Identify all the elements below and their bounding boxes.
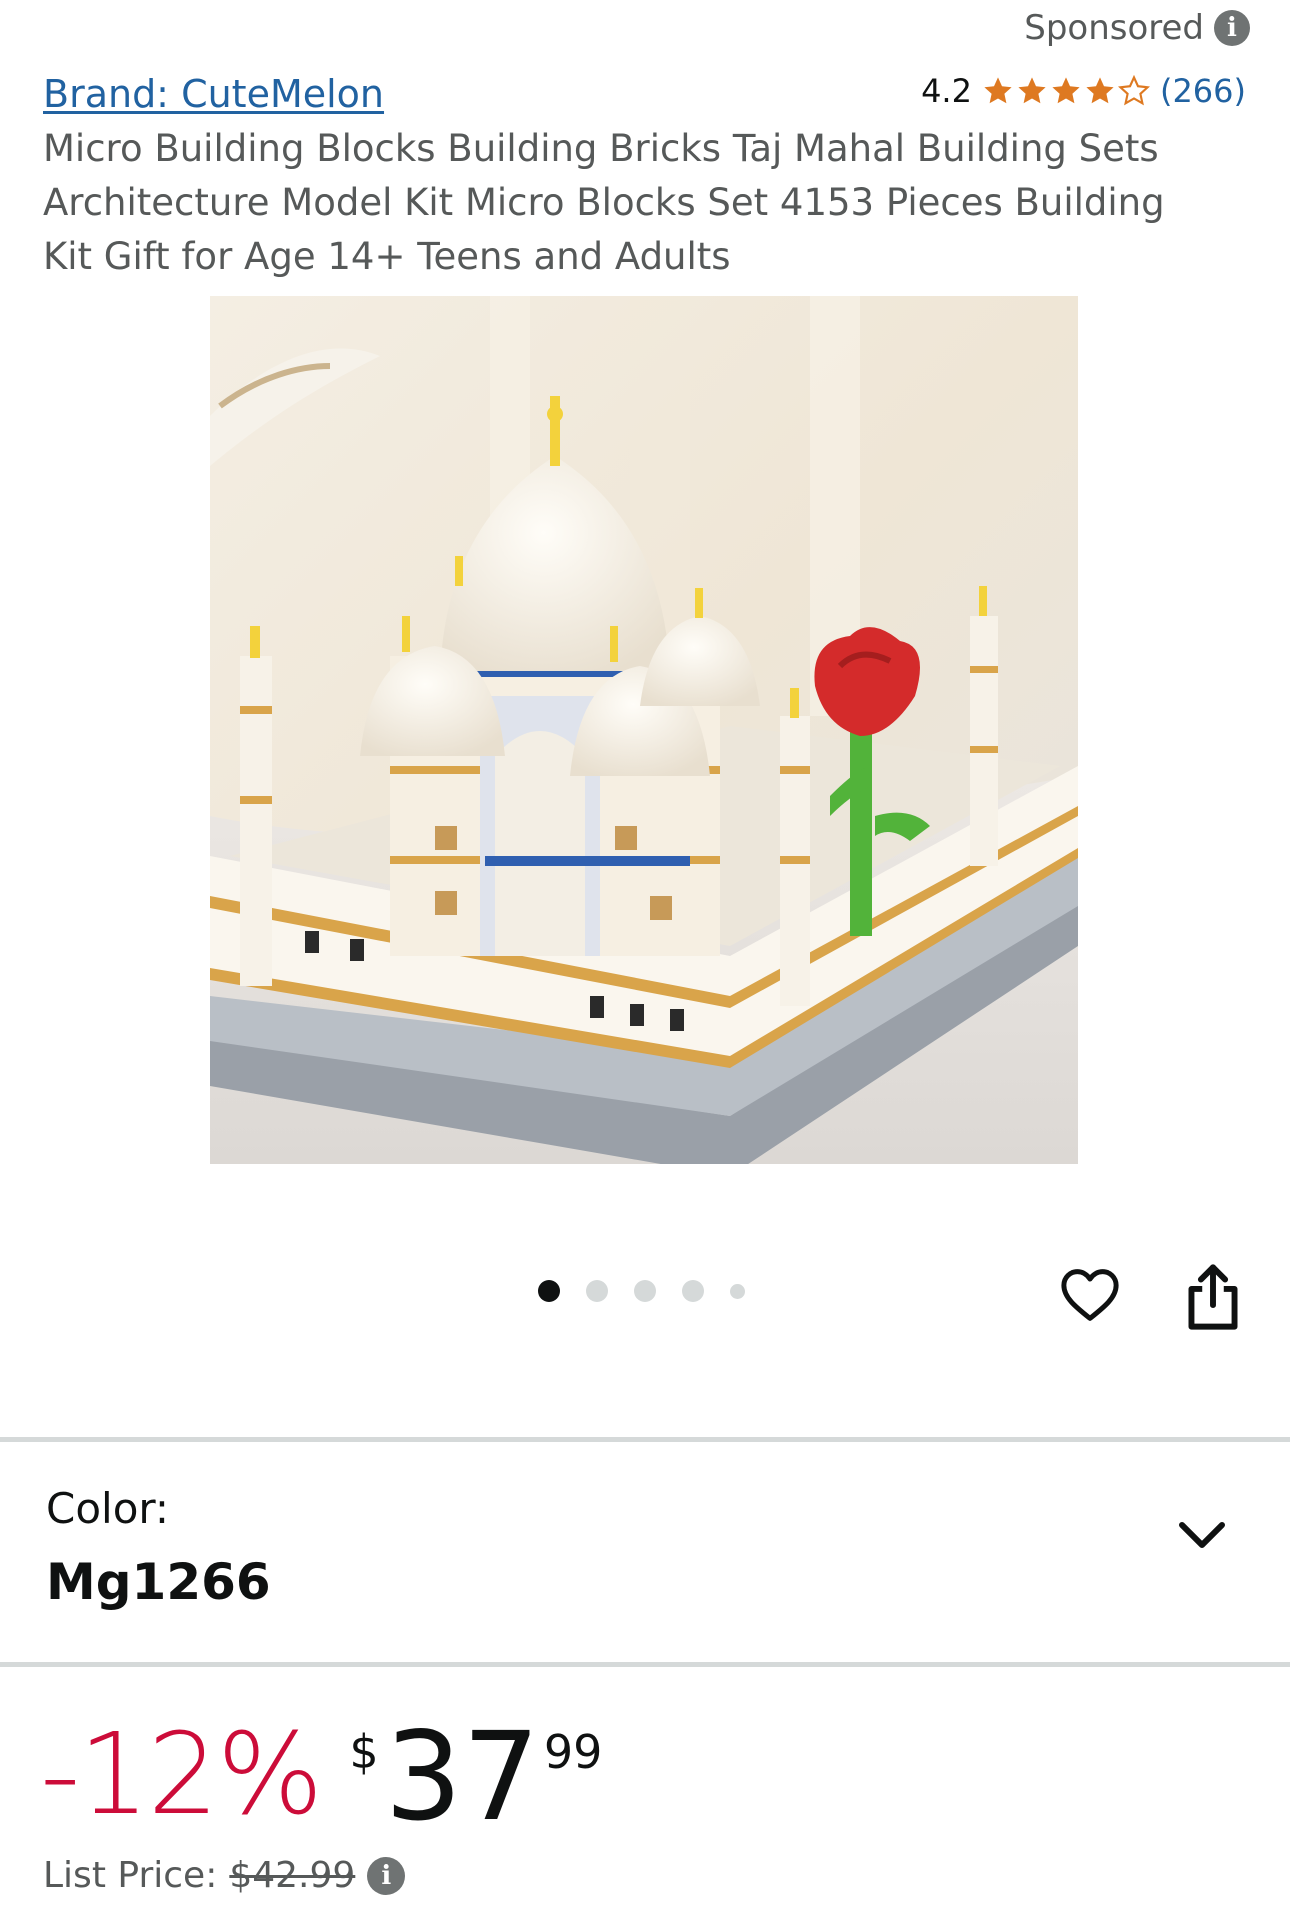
section-divider [0, 1662, 1290, 1667]
star-empty-icon [1117, 75, 1150, 106]
star-full-icon [984, 77, 1012, 104]
rating-count: (266) [1159, 72, 1246, 110]
share-button[interactable] [1180, 1262, 1246, 1332]
gallery-dot[interactable] [682, 1280, 704, 1302]
share-icon [1188, 1264, 1238, 1330]
chevron-down-icon[interactable] [1176, 1515, 1228, 1555]
heart-icon [1061, 1269, 1119, 1321]
favorite-button[interactable] [1057, 1262, 1123, 1328]
list-price: List Price: $42.99 i [43, 1855, 406, 1896]
list-price-label: List Price: [43, 1855, 218, 1896]
color-label: Color: [46, 1484, 170, 1533]
price-whole: 37 [384, 1706, 540, 1848]
gallery-dot-active[interactable] [538, 1280, 560, 1302]
discount-percentage: -12% [40, 1710, 323, 1840]
gallery-dot[interactable] [634, 1280, 656, 1302]
list-price-value: $42.99 [229, 1855, 356, 1896]
star-full-icon [1018, 77, 1046, 104]
gallery-pagination[interactable] [538, 1280, 745, 1302]
sponsored-label: Sponsored [1024, 8, 1204, 48]
price-block: -12% $ 37 99 [40, 1715, 602, 1839]
star-full-icon [1086, 77, 1114, 104]
gallery-dot[interactable] [586, 1280, 608, 1302]
section-divider [0, 1437, 1290, 1442]
info-icon[interactable]: i [367, 1856, 406, 1895]
sponsored-label-group[interactable]: Sponsored i [1024, 8, 1250, 48]
rating-summary[interactable]: 4.2 (266) [921, 72, 1246, 110]
price-fraction: 99 [543, 1725, 603, 1779]
star-rating [982, 75, 1150, 107]
gallery-dot[interactable] [730, 1283, 745, 1299]
price-currency: $ [349, 1725, 379, 1779]
color-value: Mg1266 [46, 1553, 271, 1611]
brand-link[interactable]: Brand: CuteMelon [43, 72, 384, 116]
product-image[interactable] [210, 296, 1078, 1164]
star-full-icon [1052, 77, 1080, 104]
taj-mahal-product-photo [210, 296, 1078, 1164]
product-title[interactable]: Micro Building Blocks Building Bricks Ta… [43, 122, 1223, 284]
current-price: $ 37 99 [349, 1715, 602, 1839]
info-icon[interactable]: i [1214, 10, 1250, 46]
rating-score: 4.2 [921, 72, 972, 110]
